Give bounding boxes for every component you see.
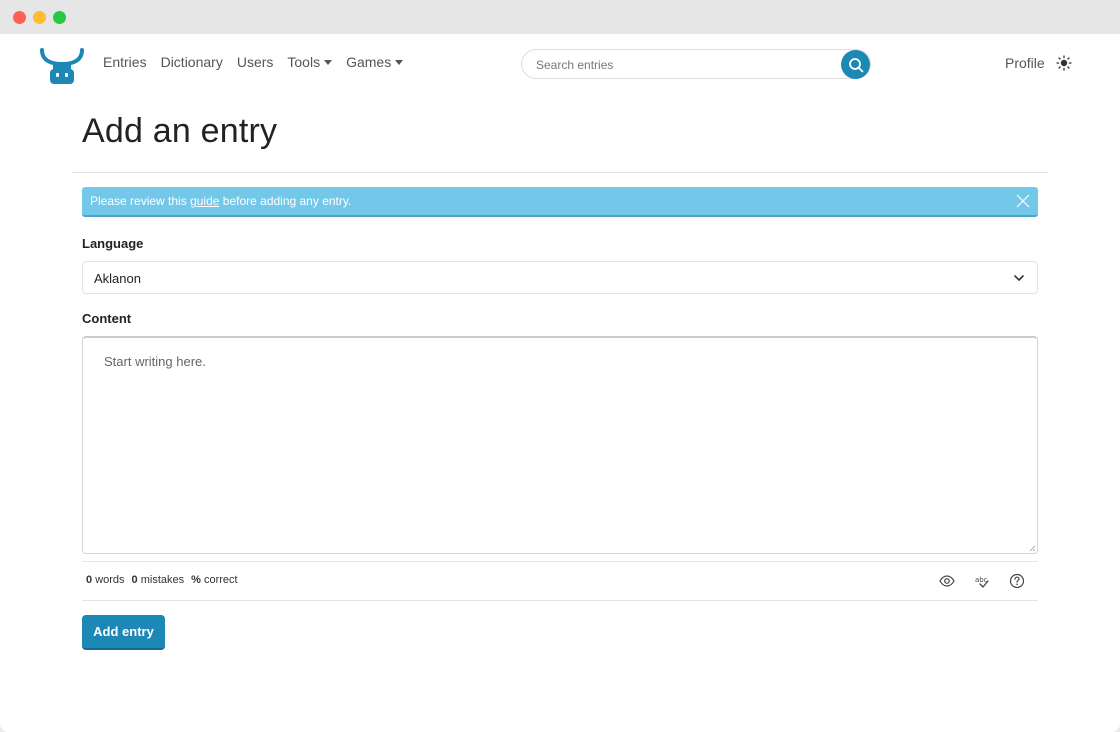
word-count-label: words: [95, 574, 125, 586]
search-input[interactable]: [536, 56, 836, 74]
nav-profile[interactable]: Profile: [1005, 55, 1045, 71]
caret-down-icon: [395, 60, 404, 65]
eye-icon[interactable]: [939, 573, 955, 589]
nav-games-label: Games: [346, 54, 392, 70]
nav-links: Entries Dictionary Users Tools Games: [103, 54, 417, 70]
nav-dictionary[interactable]: Dictionary: [161, 54, 223, 70]
nav-entries[interactable]: Entries: [103, 54, 147, 70]
sun-icon: [1056, 55, 1072, 71]
add-entry-button[interactable]: Add entry: [82, 615, 165, 650]
nav-games-dropdown[interactable]: Games: [346, 54, 404, 70]
search-icon: [848, 57, 863, 72]
browser-window: Entries Dictionary Users Tools Games Pro…: [0, 0, 1120, 732]
word-count-value: 0: [86, 574, 93, 586]
alert-text-after: before adding any entry.: [222, 194, 352, 208]
percent-correct-label: correct: [203, 574, 238, 586]
search-button[interactable]: [841, 50, 870, 79]
percent-symbol: %: [191, 574, 201, 586]
divider: [72, 172, 1048, 173]
search-box: [521, 49, 871, 79]
alert-text-before: Please review this: [90, 194, 187, 208]
mistake-count-label: mistakes: [140, 574, 185, 586]
resize-handle-icon[interactable]: [1029, 545, 1036, 552]
word-count: 0 words: [86, 574, 125, 586]
mistake-count: 0 mistakes: [132, 574, 185, 586]
nav-tools-dropdown[interactable]: Tools: [287, 54, 333, 70]
maximize-window-button[interactable]: [53, 11, 66, 24]
ox-head-logo-icon[interactable]: [40, 44, 84, 84]
editor-stats-bar: 0 words 0 mistakes % correct abc: [82, 561, 1038, 601]
spellcheck-icon[interactable]: abc: [974, 573, 990, 589]
language-select-value: Aklanon: [94, 271, 141, 286]
nav-tools-label: Tools: [287, 54, 321, 70]
window-titlebar: [0, 0, 1120, 34]
close-icon: [1016, 194, 1030, 208]
nav-users[interactable]: Users: [237, 54, 274, 70]
content-textarea[interactable]: [83, 338, 1037, 553]
help-icon[interactable]: [1009, 573, 1025, 589]
page-title: Add an entry: [82, 112, 278, 150]
mistake-count-value: 0: [131, 574, 138, 586]
theme-toggle-button[interactable]: [1056, 55, 1072, 71]
content-label: Content: [82, 311, 132, 326]
navbar: Entries Dictionary Users Tools Games Pro…: [0, 34, 1120, 94]
alert-close-button[interactable]: [1016, 194, 1030, 208]
content-editor: [82, 336, 1038, 554]
guide-alert: Please review this guide before adding a…: [82, 187, 1038, 217]
language-label: Language: [82, 236, 144, 251]
caret-down-icon: [324, 60, 333, 65]
language-select[interactable]: Aklanon: [82, 261, 1038, 294]
close-window-button[interactable]: [13, 11, 26, 24]
editor-stats: 0 words 0 mistakes % correct: [86, 574, 245, 586]
minimize-window-button[interactable]: [33, 11, 46, 24]
chevron-down-icon: [1014, 275, 1024, 281]
guide-link[interactable]: guide: [190, 194, 219, 208]
percent-correct: % correct: [191, 574, 237, 586]
